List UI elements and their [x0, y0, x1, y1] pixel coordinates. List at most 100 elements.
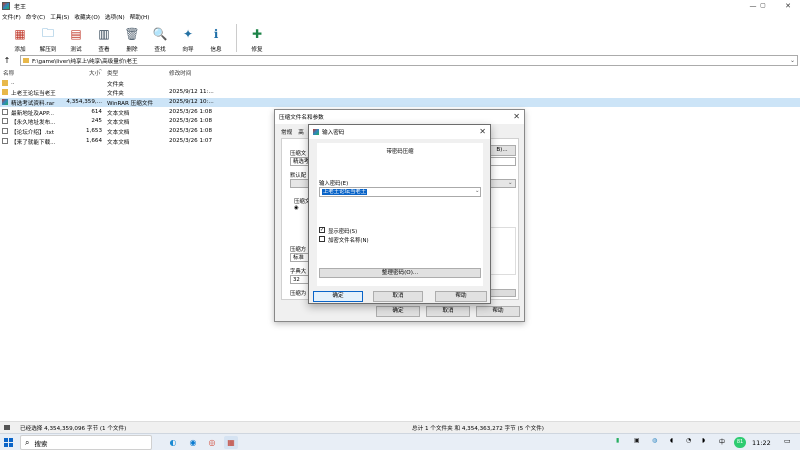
archive-dialog-titlebar: 压缩文件名和参数 — [275, 110, 524, 124]
manage-passwords-button[interactable]: 整理密码(O)... — [319, 268, 481, 278]
file-modified: 2025/3/26 1:08 — [169, 118, 213, 124]
browse-button[interactable]: B)... — [488, 145, 516, 156]
toolbar-info-button[interactable]: ℹ 信息 — [202, 22, 230, 54]
toolbar-delete-button[interactable]: 🗑 删除 — [118, 22, 146, 54]
password-dialog-close-button[interactable]: ✕ — [479, 127, 486, 136]
chat-tray-icon[interactable]: ▣ — [634, 437, 640, 444]
file-type: WinRAR 压缩文件 — [107, 101, 154, 107]
extract-folder-icon: 🗀 — [41, 25, 54, 40]
close-button[interactable]: ✕ — [776, 0, 800, 12]
format-radio-icon[interactable]: ◉ — [294, 205, 299, 211]
archive-cancel-button[interactable]: 取消 — [426, 306, 470, 317]
dict-label: 字典大 — [290, 269, 307, 275]
toolbar-wizard-label: 向导 — [182, 47, 194, 53]
password-input[interactable]: 上老王论坛当老王 — [319, 187, 481, 197]
column-name[interactable]: 名称 — [3, 69, 14, 77]
file-size: 1,653 — [85, 128, 102, 134]
ime-tray-icon[interactable]: 中 — [719, 437, 725, 446]
mail-icon[interactable]: ◉ — [186, 436, 200, 449]
file-row[interactable]: 精选考试资料.rar 4,354,359,... WinRAR 压缩文件 202… — [0, 98, 800, 107]
notification-icon[interactable]: ▭ — [784, 437, 791, 445]
add-archive-icon: ▦ — [14, 27, 26, 41]
clock[interactable]: 11:22 — [752, 439, 771, 447]
password-help-button[interactable]: 帮助 — [435, 291, 487, 302]
method-label: 压缩方 — [290, 247, 307, 253]
edge-icon[interactable]: ◐ — [166, 436, 180, 449]
chevron-down-icon[interactable]: ⌄ — [475, 188, 480, 194]
toolbar-wizard-button[interactable]: ✦ 向导 — [174, 22, 202, 54]
text-file-icon — [2, 128, 8, 134]
toolbar-repair-label: 修复 — [251, 47, 263, 53]
toolbar-view-button[interactable]: ▥ 查看 — [90, 22, 118, 54]
default-profile-label: 默认配 — [290, 173, 307, 179]
toolbar-find-button[interactable]: 🔍 查找 — [146, 22, 174, 54]
trash-icon: 🗑 — [124, 27, 140, 41]
tab-general[interactable]: 常规 — [281, 128, 292, 136]
toolbar-info-label: 信息 — [210, 47, 222, 53]
winrar-taskbar-icon[interactable]: ▦ — [224, 436, 238, 449]
menu-commands[interactable]: 命令(C) — [26, 13, 45, 21]
toolbar-extract-label: 解压到 — [39, 47, 57, 53]
show-password-label: 显示密码(S) — [328, 229, 358, 235]
archive-dialog-close-button[interactable]: ✕ — [513, 112, 520, 121]
password-heading: 带密码压缩 — [386, 149, 414, 155]
password-value: 上老王论坛当老王 — [322, 189, 368, 195]
file-name: 【来了就能下载... — [11, 140, 56, 146]
tab-advanced[interactable]: 高 — [298, 128, 304, 136]
archive-help-button[interactable]: 帮助 — [476, 306, 520, 317]
menu-help[interactable]: 帮助(H) — [130, 13, 150, 21]
drive-icon — [4, 425, 10, 430]
window-title: 老王 — [14, 3, 27, 11]
test-icon: ▤ — [70, 27, 82, 41]
toolbar-test-button[interactable]: ▤ 测试 — [62, 22, 90, 54]
file-modified: 2025/9/12 10:... — [169, 99, 214, 105]
sort-arrow-icon: ^ — [98, 69, 103, 75]
chrome-icon[interactable]: ◎ — [205, 436, 219, 449]
set-password-button[interactable] — [488, 289, 516, 297]
file-type: 文件夹 — [107, 91, 124, 97]
column-modified[interactable]: 修改时间 — [169, 69, 191, 77]
winrar-app-icon — [2, 2, 10, 10]
windows-start-icon[interactable] — [4, 438, 13, 447]
rar-icon — [2, 99, 8, 105]
up-arrow-icon[interactable]: ↑ — [0, 56, 14, 65]
volume-tray-icon[interactable]: ◖ — [670, 437, 673, 444]
network-tray-icon[interactable]: ◔ — [686, 437, 691, 444]
split-label: 压缩为 — [290, 291, 307, 297]
password-dialog-titlebar: 输入密码 — [309, 125, 490, 139]
file-name: .. — [11, 80, 15, 86]
menu-options[interactable]: 选项(N) — [105, 13, 125, 21]
speaker-tray-icon[interactable]: ◗ — [702, 437, 705, 444]
toolbar-add-button[interactable]: ▦ 添加 — [6, 22, 34, 54]
chevron-down-icon[interactable]: ⌄ — [790, 57, 795, 64]
menu-tools[interactable]: 工具(S) — [50, 13, 69, 21]
encrypt-names-checkbox[interactable] — [319, 236, 325, 242]
file-row[interactable]: 上老王论坛当老王 文件夹 2025/9/12 11:... — [0, 88, 800, 97]
password-ok-button[interactable]: 确定 — [313, 291, 363, 302]
file-size: 245 — [91, 118, 102, 124]
parent-folder-icon — [2, 80, 8, 86]
toolbar: ▦ 添加 🗀 解压到 ▤ 测试 ▥ 查看 🗑 删除 🔍 查找 ✦ 向导 ℹ 信息 ✚ 修复 — [0, 22, 800, 54]
column-type[interactable]: 类型 — [107, 69, 118, 77]
show-password-checkbox[interactable]: ✓ — [319, 227, 325, 233]
status-selection: 已经选择 4,354,359,096 字节 (1 个文件) — [20, 425, 127, 432]
toolbar-extract-button[interactable]: 🗀 解压到 — [34, 22, 62, 54]
path-field[interactable]: F:\game\liver\纯享上\纯享\高级量价\老王 ⌄ — [20, 55, 798, 66]
toolbar-repair-button[interactable]: ✚ 修复 — [243, 22, 271, 54]
battery-tray-icon[interactable]: ▮ — [616, 437, 619, 444]
maximize-button[interactable]: ▢ — [748, 0, 778, 12]
file-name: 最新地址及APP... — [11, 111, 55, 117]
archive-ok-button[interactable]: 确定 — [376, 306, 420, 317]
folder-icon — [23, 58, 29, 63]
archive-dialog-tabs: 常规 高 — [281, 128, 304, 136]
taskbar-search[interactable]: ⌕ 搜索 — [20, 435, 152, 450]
file-row[interactable]: .. 文件夹 — [0, 79, 800, 88]
file-modified: 2025/3/26 1:07 — [169, 138, 213, 144]
wechat-tray-icon[interactable]: ◍ — [652, 437, 657, 444]
menu-favorites[interactable]: 收藏夹(O) — [74, 13, 100, 21]
password-cancel-button[interactable]: 取消 — [373, 291, 423, 302]
tray-badge[interactable]: 81 — [734, 437, 746, 448]
info-icon: ℹ — [213, 27, 219, 41]
file-name: 【论坛介绍】.txt — [11, 130, 55, 136]
menu-file[interactable]: 文件(F) — [2, 13, 21, 21]
